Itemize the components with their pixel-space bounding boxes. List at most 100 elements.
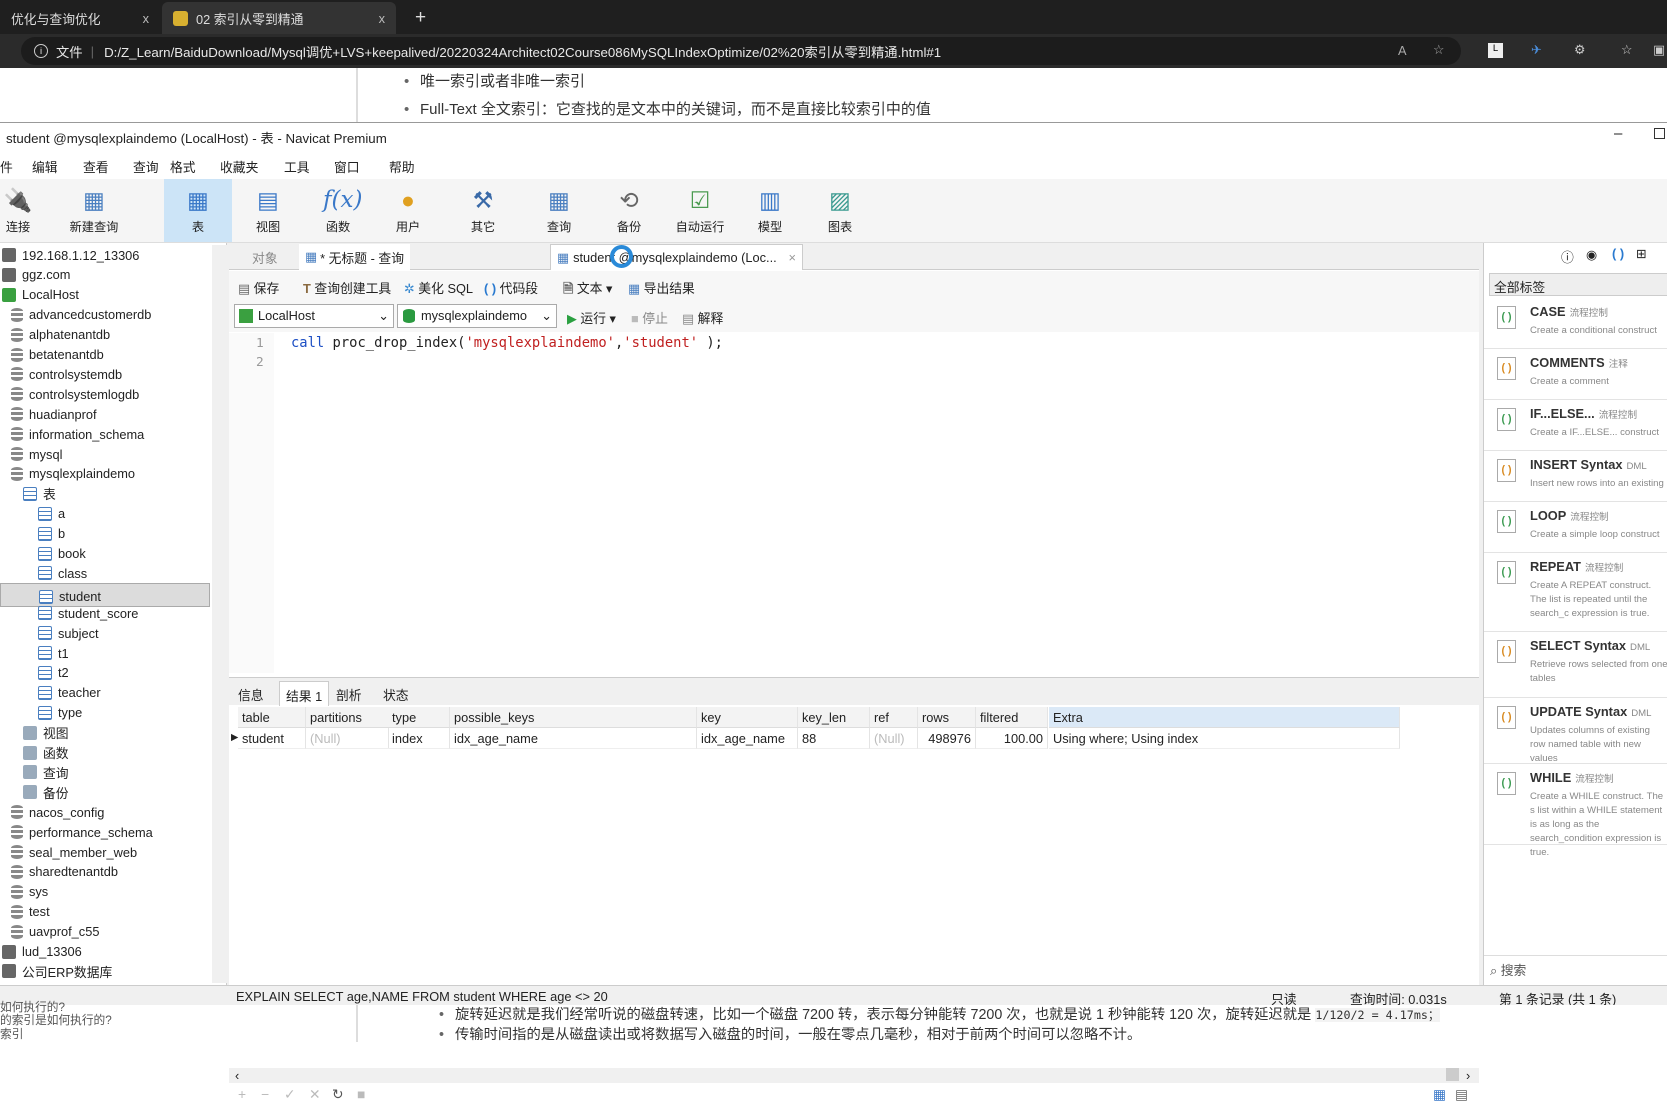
tree-item[interactable]: sys bbox=[0, 882, 210, 902]
column-header[interactable]: rows bbox=[918, 707, 976, 728]
stop-icon[interactable]: ■ bbox=[357, 1087, 365, 1102]
tree-item[interactable]: type bbox=[0, 703, 210, 723]
tree-item[interactable]: mysqlexplaindemo bbox=[0, 464, 210, 484]
close-tab-icon[interactable]: x bbox=[143, 11, 149, 26]
run-button[interactable]: ▶ 运行 ▾ bbox=[567, 308, 616, 327]
stop-button[interactable]: ■ 停止 bbox=[631, 308, 668, 327]
column-header[interactable]: key bbox=[697, 707, 798, 728]
grid-view-icon[interactable]: ▦ bbox=[1433, 1087, 1446, 1103]
column-header[interactable]: Extra bbox=[1049, 707, 1400, 728]
tree-item[interactable]: information_schema bbox=[0, 424, 210, 444]
grid-cell[interactable]: (Null) bbox=[870, 728, 918, 749]
tree-item[interactable]: sharedtenantdb bbox=[0, 862, 210, 882]
discard-icon[interactable]: ✕ bbox=[309, 1087, 321, 1103]
url-text[interactable]: D:/Z_Learn/BaiduDownload/Mysql调优+LVS+kee… bbox=[104, 42, 941, 61]
menu-edit[interactable]: 编辑 bbox=[32, 157, 58, 176]
code-snippet-button[interactable]: ( ) 代码段 bbox=[484, 278, 538, 297]
scroll-thumb[interactable] bbox=[1446, 1068, 1459, 1081]
snippet-item[interactable]: ( ) IF...ELSE... 流程控制 Create a IF...ELSE...… bbox=[1484, 400, 1667, 451]
tree-item[interactable]: 视图 bbox=[0, 723, 210, 743]
close-tab-icon[interactable]: × bbox=[789, 250, 796, 265]
tree-item[interactable]: mysql bbox=[0, 444, 210, 464]
snippet-item[interactable]: ( ) LOOP 流程控制 Create a simple loop construc… bbox=[1484, 502, 1667, 553]
tree-item[interactable]: ggz.com bbox=[0, 265, 210, 285]
other-button[interactable]: ⚒ 其它 bbox=[449, 179, 517, 242]
menu-favorites[interactable]: 收藏夹 bbox=[220, 157, 258, 176]
grid-cell[interactable]: idx_age_name bbox=[450, 728, 697, 749]
grid-cell[interactable]: 88 bbox=[798, 728, 870, 749]
apply-icon[interactable]: ✓ bbox=[284, 1087, 296, 1103]
favorites-icon[interactable]: ☆ bbox=[1621, 42, 1632, 58]
backup-button[interactable]: ⟲ 备份 bbox=[595, 179, 663, 242]
tree-item[interactable]: teacher bbox=[0, 683, 210, 703]
form-view-icon[interactable]: ▤ bbox=[1455, 1087, 1468, 1103]
code-snippet-icon[interactable]: ( ) bbox=[1612, 246, 1624, 261]
tree-item[interactable]: 函数 bbox=[0, 743, 210, 763]
tree-item[interactable]: t2 bbox=[0, 663, 210, 683]
add-row-icon[interactable]: + bbox=[238, 1087, 246, 1102]
refresh-icon[interactable]: ↻ bbox=[332, 1087, 344, 1103]
tree-item[interactable]: b bbox=[0, 524, 210, 544]
tab-profile[interactable]: 剖析 bbox=[330, 681, 368, 706]
tree-item[interactable]: performance_schema bbox=[0, 822, 210, 842]
eye-icon[interactable]: ◉ bbox=[1586, 247, 1597, 263]
browser-tab-active[interactable]: 02 索引从零到精通 x bbox=[162, 2, 396, 34]
layout-icon[interactable]: ⊞ bbox=[1636, 246, 1647, 262]
new-tab-button[interactable]: + bbox=[404, 2, 437, 34]
tab-objects[interactable]: 对象 bbox=[246, 244, 284, 270]
tree-item[interactable]: controlsystemlogdb bbox=[0, 384, 210, 404]
connect-button[interactable]: 🔌 连接 bbox=[0, 179, 52, 242]
snippet-item[interactable]: ( ) SELECT Syntax DML Retrieve rows selecte… bbox=[1484, 632, 1667, 698]
tree-item[interactable]: seal_member_web bbox=[0, 842, 210, 862]
column-header[interactable]: partitions bbox=[306, 707, 389, 728]
close-tab-icon[interactable]: x bbox=[379, 11, 385, 26]
new-query-button[interactable]: ▦ 新建查询 bbox=[60, 179, 128, 242]
snippet-item[interactable]: ( ) INSERT Syntax DML Insert new rows into … bbox=[1484, 451, 1667, 502]
beautify-sql-button[interactable]: ✲ 美化 SQL bbox=[404, 278, 473, 297]
function-button[interactable]: f(x) 函数 bbox=[304, 179, 372, 242]
tree-item[interactable]: subject bbox=[0, 623, 210, 643]
tree-item[interactable]: lud_13306 bbox=[0, 942, 210, 962]
query-button[interactable]: ▦ 查询 bbox=[525, 179, 593, 242]
tree-item[interactable]: 备份 bbox=[0, 782, 210, 802]
tree-item[interactable]: advancedcustomerdb bbox=[0, 305, 210, 325]
tree-item[interactable]: controlsystemdb bbox=[0, 364, 210, 384]
tree-item[interactable]: betatenantdb bbox=[0, 345, 210, 365]
tree-item[interactable]: LocalHost bbox=[0, 285, 210, 305]
minimize-button[interactable]: – bbox=[1614, 125, 1622, 142]
grid-cell[interactable]: (Null) bbox=[306, 728, 389, 749]
table-button[interactable]: ▦ 表 bbox=[164, 179, 232, 242]
toc-item[interactable]: 索引 bbox=[0, 1028, 23, 1041]
tree-item[interactable]: t1 bbox=[0, 643, 210, 663]
menu-format[interactable]: 格式 bbox=[170, 157, 196, 176]
column-header[interactable]: possible_keys bbox=[450, 707, 697, 728]
column-header[interactable]: ref bbox=[870, 707, 918, 728]
tab-result-1[interactable]: 结果 1 bbox=[279, 681, 330, 706]
menu-window[interactable]: 窗口 bbox=[334, 157, 360, 176]
browser-tab[interactable]: 优化与查询优化 x bbox=[0, 2, 160, 34]
horizontal-scrollbar[interactable]: ‹ › bbox=[229, 1068, 1479, 1083]
menu-view[interactable]: 查看 bbox=[83, 157, 109, 176]
model-button[interactable]: ▥ 模型 bbox=[736, 179, 804, 242]
tab-untitled-query[interactable]: ▦ * 无标题 - 查询 bbox=[299, 244, 410, 270]
tree-item[interactable]: 192.168.1.12_13306 bbox=[0, 245, 210, 265]
view-button[interactable]: ▤ 视图 bbox=[234, 179, 302, 242]
collections-icon[interactable]: ▣ bbox=[1653, 42, 1665, 58]
scroll-left-icon[interactable]: ‹ bbox=[235, 1068, 239, 1083]
tree-item[interactable]: alphatenantdb bbox=[0, 325, 210, 345]
grid-cell[interactable]: 498976 bbox=[918, 728, 976, 749]
tree-scrollbar[interactable] bbox=[212, 245, 227, 983]
grid-cell[interactable]: Using where; Using index bbox=[1049, 728, 1400, 749]
tree-item[interactable]: student_score bbox=[0, 603, 210, 623]
column-header[interactable]: table bbox=[238, 707, 306, 728]
automation-button[interactable]: ☑ 自动运行 bbox=[666, 179, 734, 242]
grid-cell[interactable]: student bbox=[238, 728, 306, 749]
save-button[interactable]: ▤ 保存 bbox=[238, 278, 279, 297]
snippet-item[interactable]: ( ) WHILE 流程控制 Create a WHILE construct. Th… bbox=[1484, 764, 1667, 858]
read-aloud-icon[interactable]: A bbox=[1398, 43, 1407, 58]
column-header[interactable]: filtered bbox=[976, 707, 1048, 728]
favorite-add-icon[interactable]: ☆ bbox=[1433, 42, 1444, 58]
toc-item[interactable]: 如何执行的? bbox=[0, 1001, 65, 1014]
snippet-item[interactable]: ( ) UPDATE Syntax DML Updates columns of ex… bbox=[1484, 698, 1667, 764]
tab-info[interactable]: 信息 bbox=[232, 681, 270, 706]
